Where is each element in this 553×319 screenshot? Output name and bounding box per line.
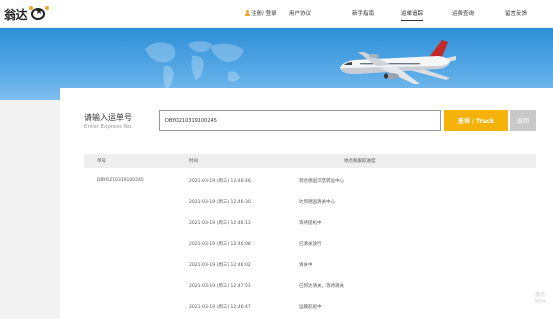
world-map-graphic [145, 41, 244, 90]
airplane-graphic [340, 40, 456, 84]
logo-text: 翁达 [4, 7, 28, 22]
column-header-time: 时间 [189, 159, 198, 164]
search-title: 请输入运单号 [84, 113, 132, 122]
table-row: 2021-03-19 (周三) 12:47:51 已到达清关，等待清关 [84, 275, 536, 296]
tracking-table-header: 单号 时间 地点和跟踪进度 [84, 154, 536, 168]
row-status: 已清关放行 [299, 242, 322, 247]
nav-login-label: 注册/ 登录 [251, 11, 277, 17]
column-header-number: 单号 [97, 159, 106, 164]
tracking-number-input[interactable] [159, 110, 441, 131]
back-button[interactable]: 返回 [510, 110, 536, 131]
row-status: 到达德国汉堡转运中心 [299, 179, 344, 184]
logo-mascot-icon: ★ [29, 6, 50, 22]
user-icon [245, 10, 250, 16]
activation-watermark: 激活 转到设 [535, 292, 546, 304]
table-row: 2021-03-19 (周三) 12:46:02 清关中 [84, 254, 536, 275]
watermark-line1: 激活 [535, 292, 546, 298]
row-time: 2021-03-19 (周三) 12:47:51 [189, 284, 251, 289]
row-time: 2021-03-19 (周三) 12:46:30 [189, 200, 251, 205]
row-time: 2021-03-19 (周三) 12:46:08 [189, 242, 251, 247]
table-row: DBYO210319100245 2021-03-19 (周三) 12:46:4… [84, 170, 536, 191]
nav-rates[interactable]: 运费查询 [452, 9, 474, 17]
row-status: 运输航班中 [299, 305, 322, 310]
nav-active-indicator [401, 20, 423, 21]
row-status: 已到达清关，等待清关 [299, 284, 344, 289]
nav-agreement[interactable]: 用户协议 [289, 9, 311, 17]
row-status: 等待提机中 [299, 221, 322, 226]
row-status: 清关中 [299, 263, 313, 268]
nav-tracking[interactable]: 运单追踪 [401, 9, 423, 17]
column-header-status: 地点和跟踪进度 [344, 159, 376, 164]
search-subtitle: Enter Express No. [84, 124, 133, 130]
row-time: 2021-03-19 (周三) 12:46:02 [189, 263, 251, 268]
table-row: 2021-03-19 (周三) 12:46:08 已清关放行 [84, 233, 536, 254]
nav-feedback[interactable]: 留言反馈 [505, 9, 527, 17]
table-row: 2021-03-19 (周三) 12:46:13 等待提机中 [84, 212, 536, 233]
watermark-line2: 转到设 [535, 299, 546, 303]
row-status: 达到德国清关中心 [299, 200, 335, 205]
row-time: 2021-03-19 (周三) 12:46:46 [189, 179, 251, 184]
table-row: 2021-03-19 (周三) 12:46:30 达到德国清关中心 [84, 191, 536, 212]
table-row: 2021-03-19 (周三) 12:46:47 运输航班中 [84, 296, 536, 317]
row-time: 2021-03-19 (周三) 12:46:13 [189, 221, 251, 226]
row-number: DBYO210319100245 [97, 178, 144, 183]
site-logo[interactable]: 翁达 ★ [4, 5, 50, 23]
nav-login[interactable]: 注册/ 登录 [245, 9, 277, 17]
nav-guide[interactable]: 新手指南 [352, 9, 374, 17]
row-time: 2021-03-19 (周三) 12:46:47 [189, 305, 251, 310]
top-header: 翁达 ★ 注册/ 登录 用户协议 新手指南 运单追踪 运费查询 留言反馈 [0, 0, 553, 28]
track-button[interactable]: 查询 / Track [444, 110, 508, 131]
